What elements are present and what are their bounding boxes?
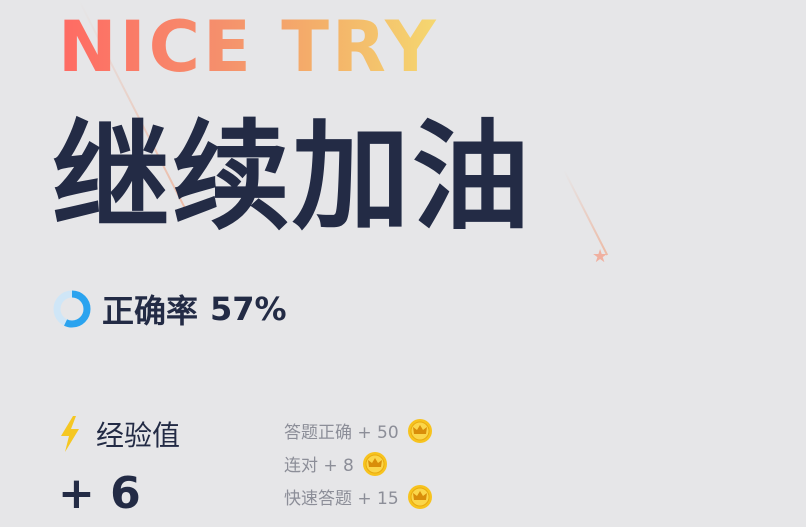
accuracy-ring-icon <box>53 290 91 328</box>
experience-total: + 6 <box>58 468 141 519</box>
accuracy-row: 正确率 57% <box>52 286 287 332</box>
experience-section: 经验值 + 6 <box>58 414 268 516</box>
crown-coin-icon <box>362 451 387 476</box>
breakdown-item-text: 快速答题 + 15 <box>284 489 399 509</box>
crown-coin-icon <box>407 484 432 509</box>
star-icon: ★ <box>592 246 609 267</box>
accuracy-label: 正确率 <box>102 292 199 330</box>
headline-english: NICE TRY <box>58 6 439 88</box>
experience-label: 经验值 <box>96 419 181 452</box>
accuracy-value: 57% <box>210 290 287 328</box>
headline-chinese: 继续加油 <box>52 108 533 246</box>
breakdown-item-text: 答题正确 + 50 <box>284 423 399 443</box>
lightning-icon <box>61 416 79 452</box>
breakdown-item: 连对 + 8 <box>284 447 433 480</box>
breakdown-item-text: 连对 + 8 <box>284 456 354 476</box>
experience-breakdown-list: 答题正确 + 50 连对 + 8 快速答题 + 15 <box>284 414 433 513</box>
decorative-streak <box>563 170 609 256</box>
crown-coin-icon <box>407 418 432 443</box>
breakdown-item: 答题正确 + 50 <box>284 414 433 447</box>
breakdown-item: 快速答题 + 15 <box>284 480 433 513</box>
